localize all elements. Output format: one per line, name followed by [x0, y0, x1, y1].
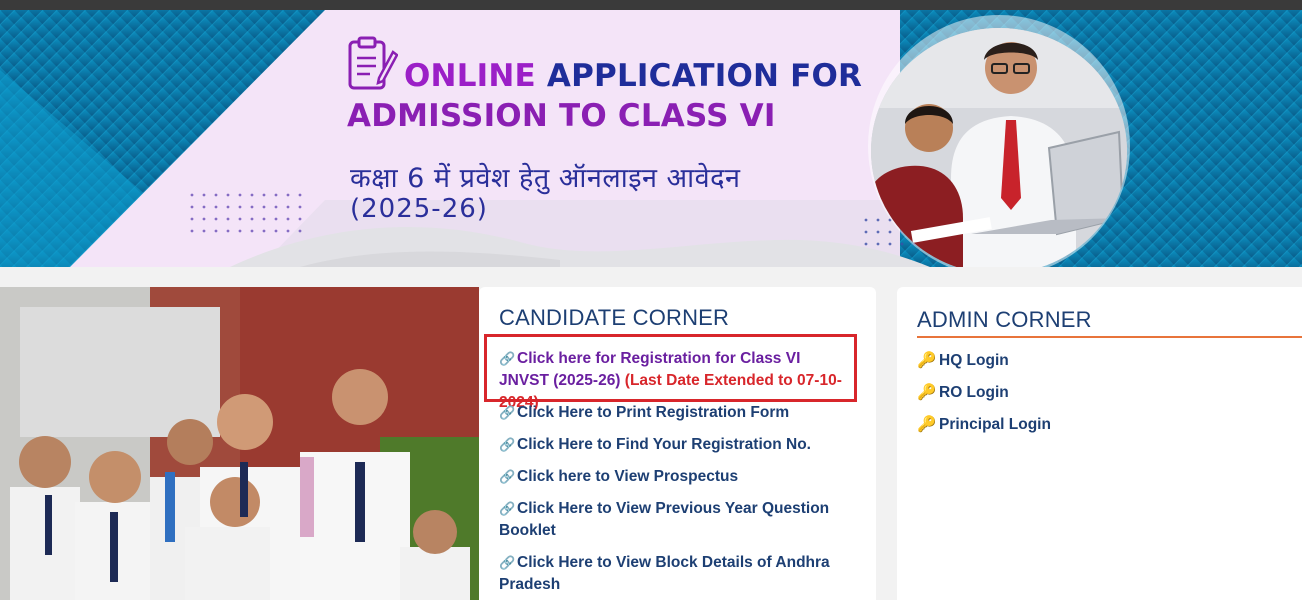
candidate-corner-title: CANDIDATE CORNER: [499, 305, 730, 330]
candidate-corner-card: CANDIDATE CORNER 🔗 Click here for Registr…: [479, 287, 876, 600]
banner-title-line1: ONLINE APPLICATION FOR: [404, 58, 862, 94]
key-icon: 🔑: [917, 416, 937, 433]
banner-title-rest1: APPLICATION FOR: [546, 58, 863, 94]
view-prospectus-label: Click here to View Prospectus: [517, 468, 739, 485]
ro-login-link[interactable]: 🔑 RO Login: [917, 383, 1009, 403]
previous-question-booklet-link[interactable]: 🔗 Click Here to View Previous Year Questi…: [499, 498, 849, 542]
key-icon: 🔑: [917, 352, 937, 369]
students-laptop-photo: [871, 28, 1127, 267]
link-icon: 🔗: [499, 405, 516, 420]
school-children-photo: [0, 287, 479, 600]
banner-title-line2: ADMISSION TO CLASS VI: [347, 98, 776, 134]
key-icon: 🔑: [917, 384, 937, 401]
block-details-label: Click Here to View Block Details of Andh…: [499, 554, 830, 593]
admin-corner-card: ADMIN CORNER 🔑 HQ Login 🔑 RO Login 🔑 Princi…: [897, 287, 1302, 600]
hq-login-link[interactable]: 🔑 HQ Login: [917, 351, 1009, 371]
top-bar: [0, 0, 1302, 10]
principal-login-label: Principal Login: [939, 416, 1051, 433]
link-icon: 🔗: [499, 437, 516, 452]
view-prospectus-link[interactable]: 🔗 Click here to View Prospectus: [499, 466, 849, 488]
print-registration-form-link[interactable]: 🔗 Click Here to Print Registration Form: [499, 402, 849, 424]
previous-question-booklet-label: Click Here to View Previous Year Questio…: [499, 500, 830, 539]
block-details-link[interactable]: 🔗 Click Here to View Block Details of And…: [499, 552, 849, 596]
print-registration-form-label: Click Here to Print Registration Form: [517, 404, 790, 421]
banner-hindi-title: कक्षा 6 में प्रवेश हेतु ऑनलाइन आवेदन: [350, 163, 741, 194]
link-icon: 🔗: [499, 501, 516, 516]
admin-corner-title: ADMIN CORNER: [917, 307, 1092, 332]
link-icon: 🔗: [499, 351, 516, 366]
link-icon: 🔗: [499, 555, 516, 570]
ro-login-label: RO Login: [939, 384, 1009, 401]
find-registration-number-link[interactable]: 🔗 Click Here to Find Your Registration No…: [499, 434, 849, 456]
principal-login-link[interactable]: 🔑 Principal Login: [917, 415, 1051, 435]
admin-title-divider: [917, 336, 1302, 338]
clipboard-icon: [348, 36, 398, 90]
banner-session: (2025-26): [350, 194, 488, 224]
hero-banner: ONLINE APPLICATION FOR ADMISSION TO CLAS…: [0, 10, 1302, 267]
hq-login-label: HQ Login: [939, 352, 1009, 369]
find-registration-number-label: Click Here to Find Your Registration No.: [517, 436, 811, 453]
banner-title-word1: ONLINE: [404, 58, 536, 94]
link-icon: 🔗: [499, 469, 516, 484]
